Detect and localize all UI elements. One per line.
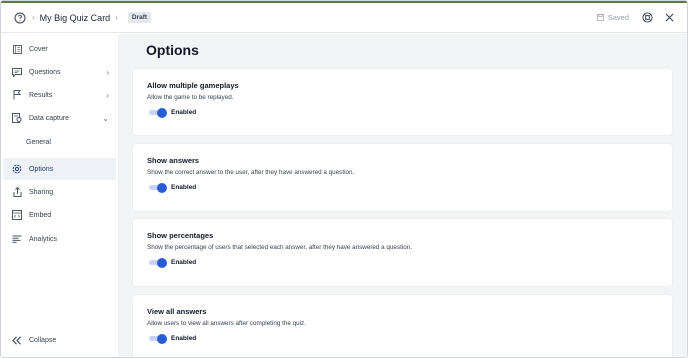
toggle-knob [157, 333, 167, 344]
toggle-knob [157, 257, 167, 268]
toggle-show-percentages[interactable]: Enabled [149, 257, 197, 268]
toggle-switch[interactable] [149, 182, 167, 193]
option-title: View all answers [147, 307, 207, 316]
embed-icon [12, 210, 22, 220]
option-card-view-all-answers: View all answers Allow users to view all… [133, 295, 672, 357]
chevron-right-icon: › [106, 67, 109, 77]
save-icon [596, 14, 604, 21]
breadcrumb-separator: › [32, 13, 35, 22]
toggle-label: Enabled [171, 335, 197, 342]
analytics-icon [12, 234, 22, 244]
sharing-icon [12, 187, 22, 197]
sidebar-item-cover[interactable]: Cover [3, 38, 116, 60]
toggle-show-answers[interactable]: Enabled [149, 182, 197, 193]
toggle-switch[interactable] [149, 257, 167, 268]
sidebar: Cover Questions › Results › Data capture… [1, 34, 119, 357]
option-description: Allow users to view all answers after co… [147, 320, 306, 327]
data-capture-icon [12, 113, 22, 123]
sidebar-item-data-capture[interactable]: Data capture ⌄ [3, 107, 116, 129]
option-card-multiple-gameplays: Allow multiple gameplays Allow the game … [133, 69, 672, 135]
option-description: Show the percentage of users that select… [147, 244, 412, 251]
sidebar-item-options[interactable]: Options [3, 158, 116, 180]
chevron-right-icon: › [106, 90, 109, 100]
close-icon[interactable] [663, 12, 675, 24]
sidebar-item-label: Questions [29, 68, 61, 76]
sidebar-item-label: Results [29, 91, 53, 99]
option-card-show-percentages: Show percentages Show the percentage of … [133, 219, 672, 286]
option-title: Allow multiple gameplays [147, 81, 239, 90]
sidebar-item-sharing[interactable]: Sharing [3, 181, 116, 203]
toggle-label: Enabled [171, 109, 197, 116]
option-title: Show percentages [147, 231, 214, 240]
collapse-label: Collapse [29, 336, 57, 344]
sidebar-item-label: Cover [29, 45, 48, 53]
sidebar-item-label: Data capture [29, 114, 70, 122]
options-icon [12, 164, 22, 174]
chevron-down-icon: ⌄ [102, 113, 109, 123]
sidebar-item-label: Sharing [29, 188, 54, 196]
toggle-switch[interactable] [149, 107, 167, 118]
sidebar-item-label: Analytics [29, 235, 58, 243]
sidebar-item-embed[interactable]: Embed [3, 204, 116, 226]
toggle-label: Enabled [171, 184, 197, 191]
sidebar-item-questions[interactable]: Questions › [3, 61, 116, 83]
option-card-show-answers: Show answers Show the correct answer to … [133, 144, 672, 211]
status-badge: Draft [127, 12, 152, 23]
sidebar-item-label: Embed [29, 211, 52, 219]
saved-label: Saved [607, 13, 629, 22]
option-title: Show answers [147, 156, 200, 165]
cover-icon [12, 44, 22, 54]
questions-icon [12, 67, 22, 77]
breadcrumb-separator: › [115, 13, 118, 22]
toggle-knob [157, 107, 167, 118]
toggle-multiple-gameplays[interactable]: Enabled [149, 107, 197, 118]
page-title: Options [146, 42, 199, 58]
option-description: Show the correct answer to the user, aft… [147, 169, 355, 176]
toggle-knob [157, 182, 167, 193]
card-title[interactable]: My Big Quiz Card [40, 13, 111, 23]
toggle-label: Enabled [171, 259, 197, 266]
results-icon [12, 90, 22, 100]
help-icon[interactable] [13, 11, 27, 25]
app-window: › My Big Quiz Card › Draft Saved Cover Q… [0, 0, 688, 358]
sidebar-item-label: General [26, 138, 51, 146]
sidebar-item-results[interactable]: Results › [3, 84, 116, 106]
toggle-switch[interactable] [149, 333, 167, 344]
double-chevron-left-icon [12, 335, 22, 345]
collapse-button[interactable]: Collapse [3, 329, 116, 351]
option-description: Allow the game to be replayed. [147, 94, 234, 101]
sidebar-item-label: Options [29, 165, 54, 173]
sidebar-item-general[interactable]: General [3, 131, 116, 153]
main-content: Options Allow multiple gameplays Allow t… [119, 34, 687, 357]
header-bar: › My Big Quiz Card › Draft Saved [1, 3, 687, 33]
toggle-view-all-answers[interactable]: Enabled [149, 333, 197, 344]
saved-status: Saved [596, 13, 629, 22]
support-icon[interactable] [641, 12, 653, 24]
sidebar-item-analytics[interactable]: Analytics [3, 228, 116, 250]
